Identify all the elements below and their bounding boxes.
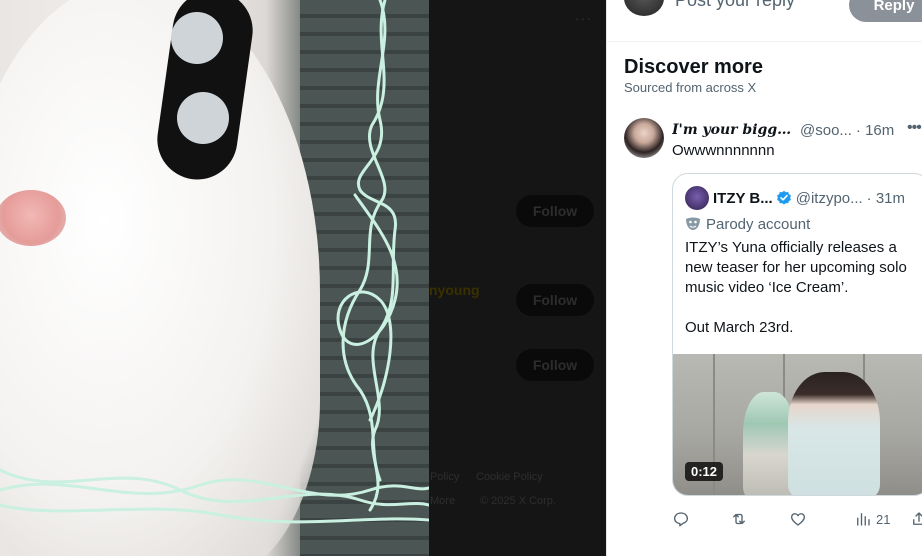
verified-badge-icon: [776, 190, 791, 205]
video-duration: 0:12: [685, 462, 724, 481]
quoted-post[interactable]: ITZY B... @itzypo... · 31m Parody accoun…: [672, 173, 922, 496]
ghost-user-name: nyoung: [429, 282, 480, 298]
follow-button[interactable]: Follow: [516, 284, 594, 316]
quote-text: ITZY’s Yuna officially releases a new te…: [685, 238, 922, 338]
footer-copyright: © 2025 X Corp.: [480, 495, 556, 507]
avatar[interactable]: [685, 186, 709, 210]
follow-button[interactable]: Follow: [516, 195, 594, 227]
screen: ··· Follow nyoung Follow Follow Policy C…: [0, 0, 922, 556]
user-handle[interactable]: @soo...: [800, 122, 852, 139]
post[interactable]: I'm your biggest fan @soo... · 16m ••• O…: [607, 110, 922, 556]
repost-action[interactable]: [730, 510, 748, 528]
post-actions: 21: [672, 510, 922, 530]
share-icon: [913, 512, 922, 525]
media-viewer[interactable]: ··· Follow nyoung Follow Follow Policy C…: [0, 0, 606, 556]
more-icon[interactable]: •••: [907, 119, 922, 137]
parody-label: Parody account: [685, 214, 810, 234]
follow-button[interactable]: Follow: [516, 349, 594, 381]
parody-label-text: Parody account: [706, 215, 811, 233]
mask-icon: [686, 217, 700, 230]
section-title: Discover more: [624, 56, 763, 78]
quote-time[interactable]: · 31m: [867, 190, 905, 207]
heart-icon: [790, 513, 806, 526]
reply-composer: Post your reply Reply: [607, 0, 922, 42]
avatar: [624, 0, 664, 16]
reply-input[interactable]: Post your reply: [675, 0, 795, 11]
avatar[interactable]: [624, 118, 664, 158]
quote-header: ITZY B... @itzypo... · 31m: [685, 186, 905, 210]
ghost-more-icon: ···: [575, 10, 592, 26]
squiggle-drawing: [0, 0, 429, 524]
video-figure: [788, 372, 880, 495]
reply-icon: [673, 512, 689, 527]
quote-handle[interactable]: @itzypo...: [796, 190, 863, 207]
share-action[interactable]: [910, 510, 922, 528]
repost-icon: [733, 513, 745, 525]
footer-link[interactable]: Cookie Policy: [476, 471, 543, 483]
display-name[interactable]: I'm your biggest fan: [672, 122, 794, 138]
views-action[interactable]: 21: [854, 510, 890, 528]
reply-button[interactable]: Reply: [849, 0, 922, 22]
reply-action[interactable]: [672, 510, 690, 528]
footer-link[interactable]: More: [430, 495, 455, 507]
views-count: 21: [876, 511, 891, 527]
quote-paragraph: Out March 23rd.: [685, 319, 794, 336]
post-text: Owwwnnnnnnn: [672, 142, 775, 159]
quote-display-name[interactable]: ITZY B...: [713, 190, 773, 207]
post-header: I'm your biggest fan @soo... · 16m: [672, 120, 922, 140]
like-action[interactable]: [789, 510, 807, 528]
post-time[interactable]: · 16m: [856, 122, 894, 139]
views-icon: [857, 513, 870, 526]
conversation-panel: Post your reply Reply Discover more Sour…: [606, 0, 922, 556]
footer-link[interactable]: Policy: [430, 471, 459, 483]
section-subtitle: Sourced from across X: [624, 80, 757, 95]
quote-video[interactable]: 0:12: [673, 354, 922, 495]
quote-paragraph: ITZY’s Yuna officially releases a new te…: [685, 239, 907, 296]
post-photo: [0, 0, 429, 556]
